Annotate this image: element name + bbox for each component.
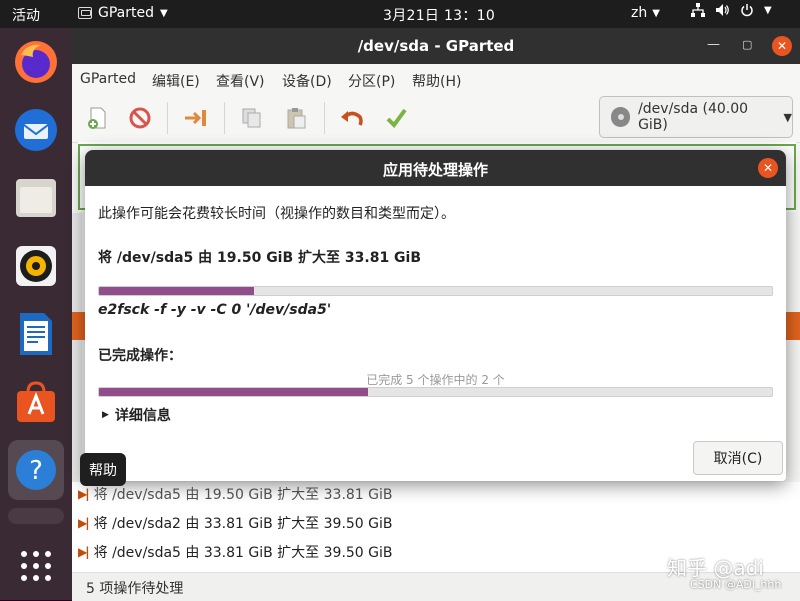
help-launcher[interactable]: ? [8, 440, 64, 500]
partition-list-edge [72, 213, 82, 483]
app-menu-icon [78, 7, 92, 19]
dock-scroll-indicator [8, 508, 64, 524]
svg-text:?: ? [29, 456, 43, 486]
copy-button[interactable] [240, 106, 264, 130]
menu-help[interactable]: 帮助(H) [412, 71, 461, 91]
operation-label: 将 /dev/sda2 由 33.81 GiB 扩大至 39.50 GiB [93, 516, 393, 532]
menu-gparted[interactable]: GParted [80, 71, 136, 87]
network-icon [691, 3, 705, 17]
app-menu-label: GParted [98, 5, 154, 21]
menu-device[interactable]: 设备(D) [282, 71, 332, 91]
apply-operations-dialog: 应用待处理操作 ✕ 此操作可能会花费较长时间（视操作的数目和类型而定）。 将 /… [85, 150, 786, 481]
apply-button[interactable] [384, 106, 408, 130]
watermark: 知乎 @adi [667, 556, 764, 580]
clock[interactable]: 3月21日 13：10 [383, 5, 495, 25]
resize-move-button[interactable] [184, 106, 208, 130]
dialog-intro: 此操作可能会花费较长时间（视操作的数目和类型而定）。 [98, 206, 455, 222]
status-text: 5 项操作待处理 [86, 581, 184, 597]
resize-op-icon: ▶| [78, 487, 90, 501]
current-operation: 将 /dev/sda5 由 19.50 GiB 扩大至 33.81 GiB [98, 250, 422, 266]
menu-edit[interactable]: 编辑(E) [152, 71, 200, 91]
paste-icon [287, 108, 306, 129]
undo-button[interactable] [340, 106, 364, 130]
delete-partition-button[interactable] [128, 106, 152, 130]
app-menu[interactable]: GParted ▼ [78, 5, 168, 21]
firefox-launcher[interactable] [8, 34, 64, 90]
list-item[interactable]: ▶| 将 /dev/sda5 由 33.81 GiB 扩大至 39.50 GiB [78, 539, 393, 565]
toolbar-separator [324, 102, 325, 134]
overall-progress-bar [98, 387, 773, 397]
list-item[interactable]: ▶| 将 /dev/sda5 由 19.50 GiB 扩大至 33.81 GiB [78, 481, 393, 507]
menu-bar: GParted 编辑(E) 查看(V) 设备(D) 分区(P) 帮助(H) [72, 64, 800, 94]
overall-progress-fill [99, 388, 369, 396]
folder-icon [16, 179, 56, 217]
checkmark-icon [386, 108, 407, 129]
watermark-sub: CSDN @ADi_hhh [690, 578, 782, 591]
show-applications-button[interactable] [8, 538, 64, 594]
current-command: e2fsck -f -y -v -C 0 '/dev/sda5' [98, 302, 332, 318]
list-item[interactable]: ▶| 将 /dev/sda2 由 33.81 GiB 扩大至 39.50 GiB [78, 510, 393, 536]
dialog-close-button[interactable]: ✕ [758, 158, 778, 178]
copy-icon [242, 108, 261, 128]
dock: ? [0, 28, 72, 600]
activities-button[interactable]: 活动 [12, 5, 40, 25]
disk-icon [611, 107, 631, 127]
software-launcher[interactable] [8, 374, 64, 430]
dialog-titlebar[interactable]: 应用待处理操作 ✕ [85, 150, 786, 186]
shopping-bag-icon [17, 381, 55, 422]
details-expander[interactable]: ▶ 详细信息 [102, 405, 171, 425]
power-icon [741, 4, 753, 17]
rhythmbox-launcher[interactable] [8, 238, 64, 294]
device-selector[interactable]: /dev/sda (40.00 GiB) ▼ [599, 96, 793, 138]
chevron-down-icon: ▼ [764, 4, 772, 16]
dock-tooltip: 帮助 [80, 453, 126, 486]
resize-op-icon: ▶| [78, 545, 90, 559]
operation-label: 将 /dev/sda5 由 33.81 GiB 扩大至 39.50 GiB [93, 545, 393, 561]
system-tray[interactable]: ▼ [691, 3, 772, 17]
writer-launcher[interactable] [8, 306, 64, 362]
speaker-icon [16, 246, 56, 286]
triangle-right-icon: ▶ [102, 410, 109, 420]
current-progress-bar [98, 286, 773, 296]
chevron-down-icon: ▼ [652, 7, 660, 19]
volume-icon [716, 4, 729, 16]
maximize-icon[interactable]: ▢ [742, 38, 752, 51]
no-entry-icon [129, 107, 151, 129]
menu-view[interactable]: 查看(V) [216, 71, 265, 91]
new-document-icon [88, 107, 106, 129]
window-titlebar[interactable]: /dev/sda - GParted — ▢ ✕ [72, 28, 800, 64]
window-close-button[interactable]: ✕ [772, 36, 792, 56]
chevron-down-icon: ▼ [160, 7, 168, 19]
dialog-title: 应用待处理操作 [382, 161, 488, 179]
input-method-menu[interactable]: zh ▼ [631, 5, 660, 21]
window-title: /dev/sda - GParted [357, 37, 515, 55]
chevron-down-icon: ▼ [783, 110, 792, 124]
dialog-body: 此操作可能会花费较长时间（视操作的数目和类型而定）。 将 /dev/sda5 由… [85, 186, 786, 481]
thunderbird-launcher[interactable] [8, 102, 64, 158]
toolbar-separator [167, 102, 168, 134]
files-launcher[interactable] [8, 170, 64, 226]
resize-op-icon: ▶| [78, 516, 90, 530]
firefox-icon [15, 41, 57, 83]
document-icon [20, 313, 52, 355]
current-progress-fill [99, 287, 254, 295]
grid-icon [21, 551, 51, 581]
toolbar-separator [224, 102, 225, 134]
thunderbird-icon [15, 109, 57, 151]
device-selector-label: /dev/sda (40.00 GiB) [638, 101, 749, 133]
menu-partition[interactable]: 分区(P) [348, 71, 395, 91]
minimize-icon[interactable]: — [707, 37, 720, 52]
details-label: 详细信息 [114, 408, 171, 424]
cancel-button[interactable]: 取消(C) [693, 441, 783, 475]
input-method-label: zh [631, 5, 648, 21]
paste-button[interactable] [284, 106, 308, 130]
top-bar: 活动 GParted ▼ 3月21日 13：10 zh ▼ ▼ [0, 0, 800, 28]
operation-label: 将 /dev/sda5 由 19.50 GiB 扩大至 33.81 GiB [93, 487, 393, 503]
completed-label: 已完成操作： [98, 348, 182, 364]
completed-count: 已完成 5 个操作中的 2 个 [366, 373, 505, 387]
help-icon: ? [16, 450, 56, 490]
new-partition-button[interactable] [86, 106, 110, 130]
resize-arrow-icon [185, 110, 206, 126]
undo-icon [341, 111, 363, 126]
